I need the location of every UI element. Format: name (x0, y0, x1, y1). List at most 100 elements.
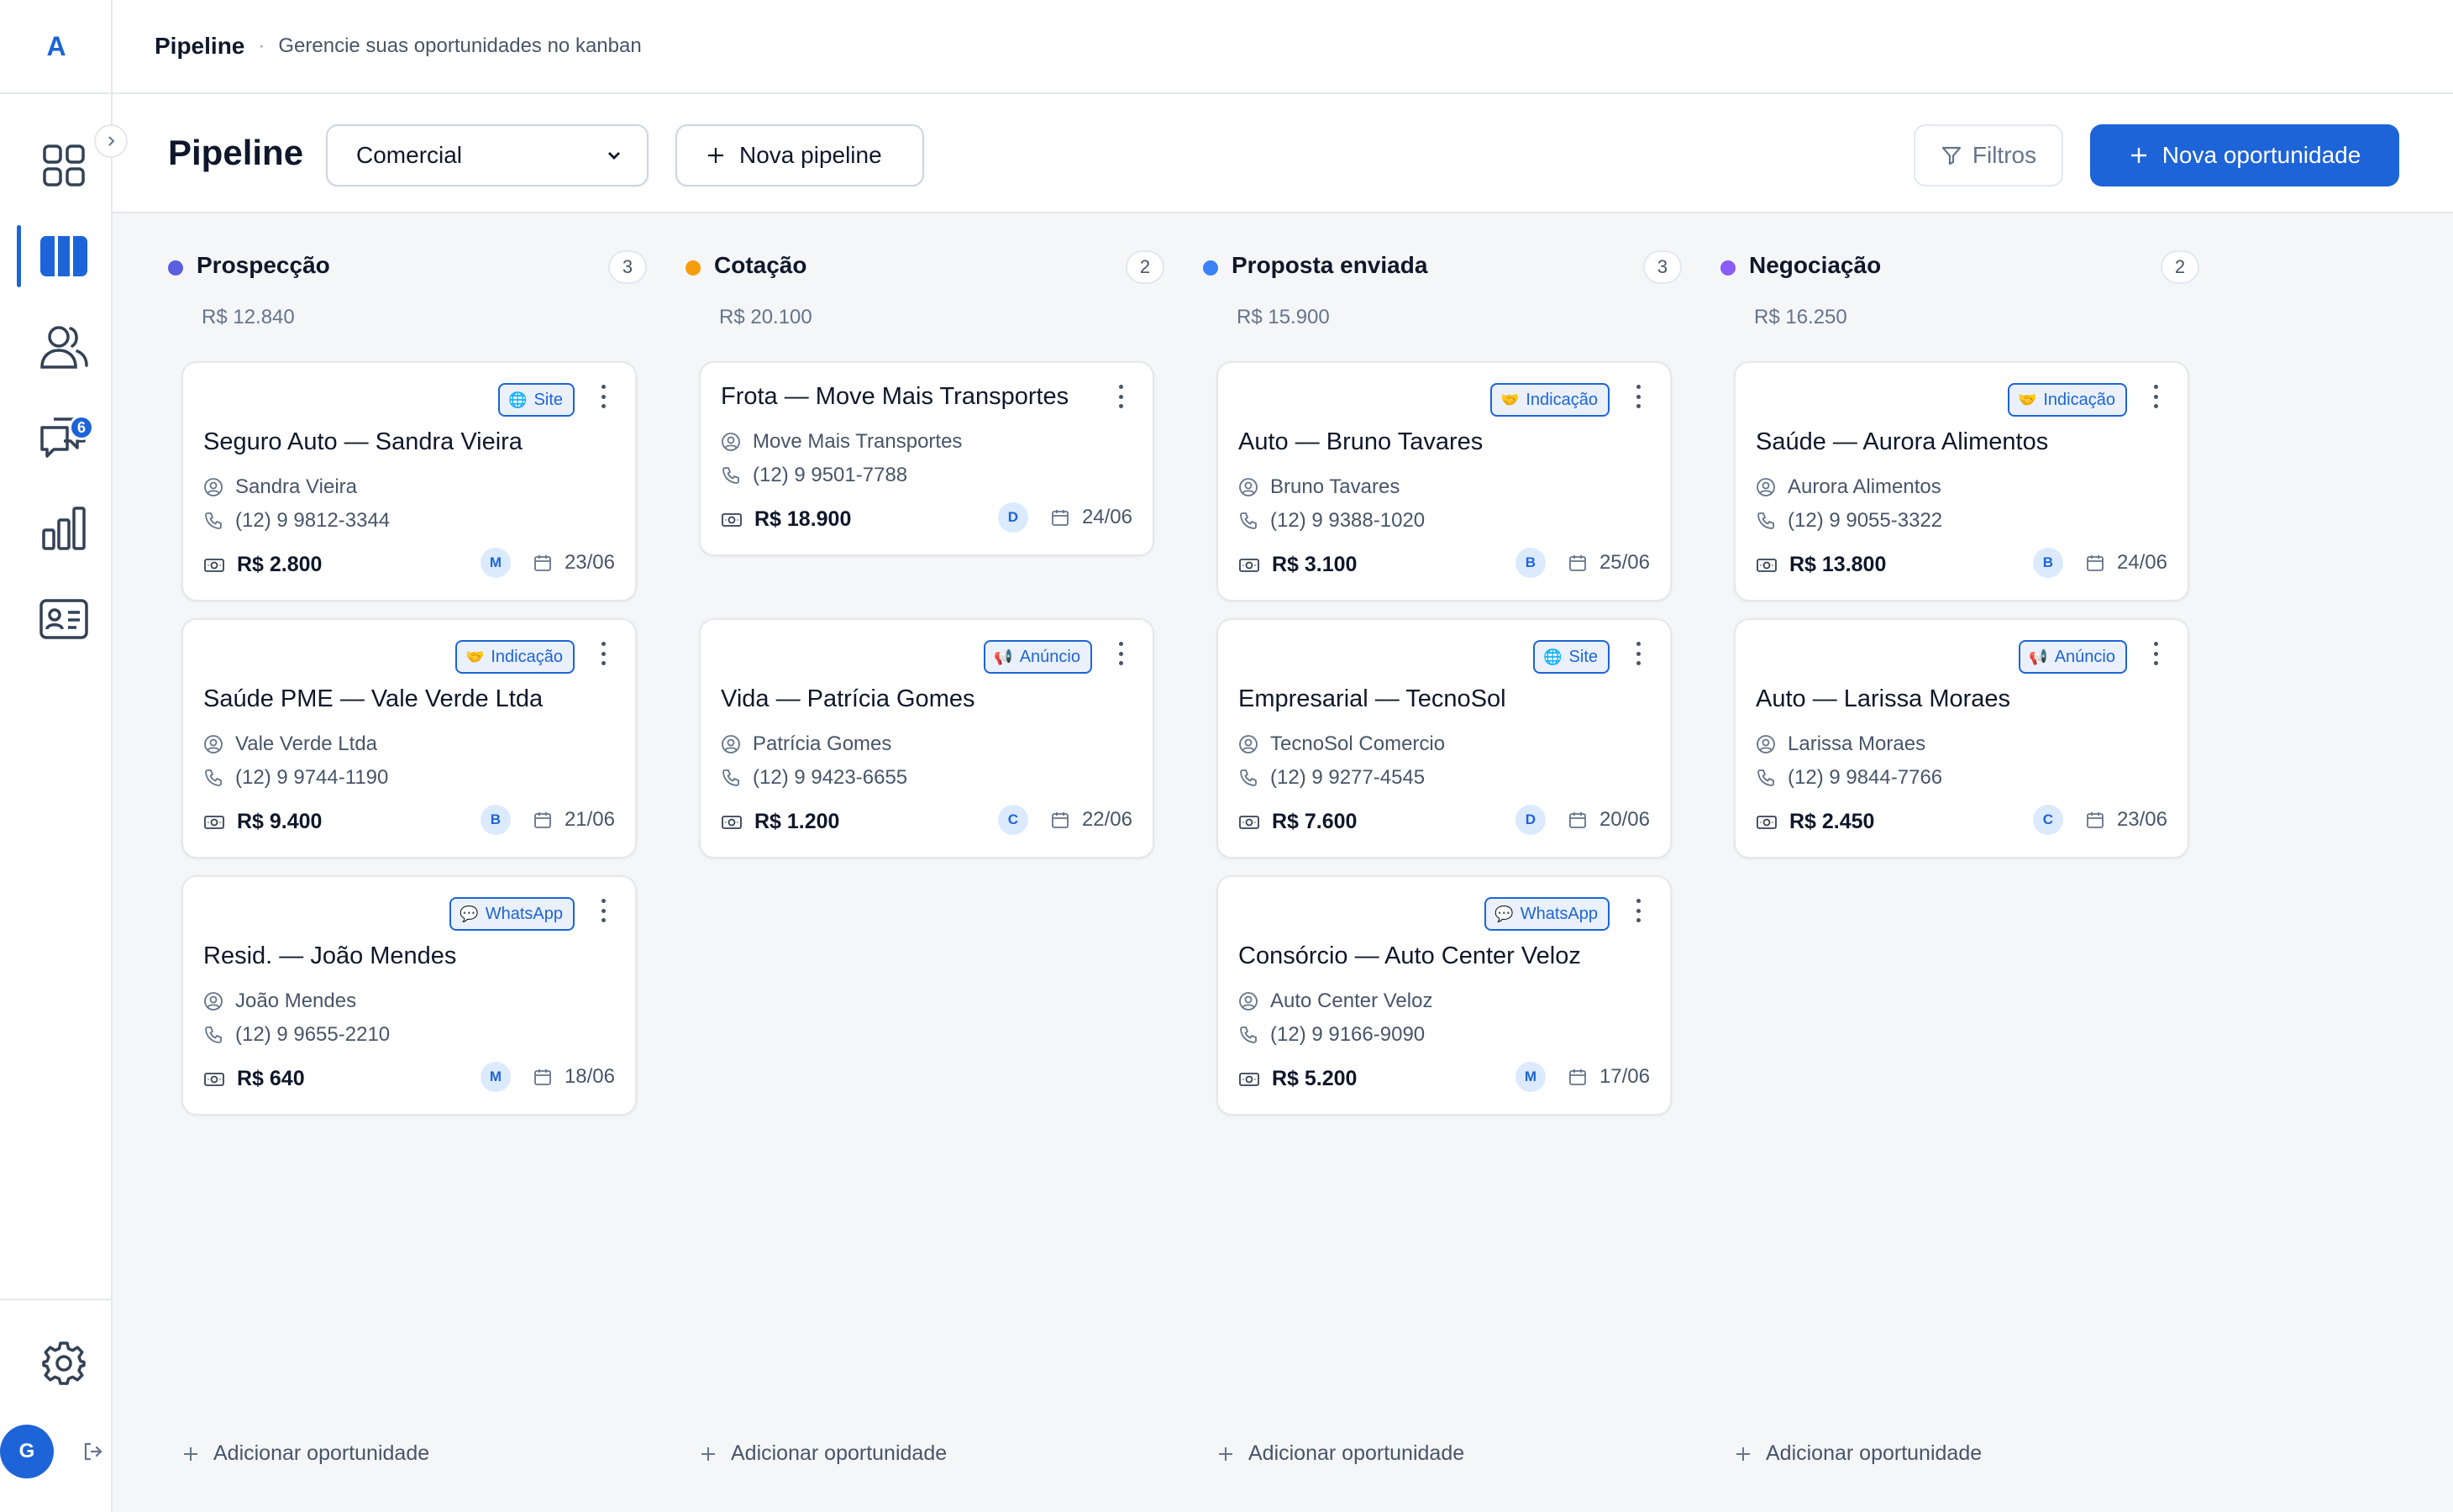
calendar-icon (1569, 1069, 1586, 1085)
add-opportunity-button[interactable]: Adicionar oportunidade (1734, 1441, 1982, 1466)
opportunity-card[interactable]: 💬 WhatsApp Resid. — João Mendes João Mendes… (181, 875, 637, 1116)
card-title: Empresarial — TecnoSol (1238, 685, 1506, 712)
opportunity-value: R$ 7.600 (1272, 810, 1358, 833)
new-pipeline-label: Nova pipeline (739, 142, 882, 168)
source-tag: 📢 Anúncio (2019, 640, 2127, 674)
source-tag-label: Site (533, 390, 563, 409)
card-contact: Patrícia Gomes (721, 732, 891, 756)
sidebar-item-contacts[interactable] (25, 311, 102, 383)
card-value: R$ 7.600 (1238, 810, 1357, 834)
users-icon (40, 326, 88, 369)
calendar-icon (2087, 812, 2104, 828)
calendar-icon (1052, 510, 1069, 526)
contact-name: Patrícia Gomes (753, 732, 892, 755)
globe-icon: 🌐 (508, 391, 528, 408)
card-more-menu[interactable] (1112, 385, 1129, 408)
card-phone: (12) 9 9388-1020 (1238, 509, 1425, 533)
due-date: 17/06 (1599, 1065, 1650, 1088)
add-opportunity-button[interactable]: Adicionar oportunidade (699, 1441, 947, 1466)
plus-icon (1736, 1446, 1750, 1461)
top-bar: Pipeline · Gerencie suas oportunidades n… (113, 0, 2453, 94)
card-more-menu[interactable] (1630, 642, 1647, 665)
card-phone: (12) 9 9501-7788 (721, 464, 907, 487)
card-value: R$ 640 (203, 1067, 305, 1091)
sidebar-item-clients[interactable] (25, 583, 102, 655)
card-more-menu[interactable] (2147, 385, 2164, 408)
new-pipeline-button[interactable]: Nova pipeline (675, 124, 924, 186)
cash-icon (722, 815, 742, 829)
cash-icon (722, 512, 742, 527)
megaphone-icon: 📢 (2029, 648, 2048, 665)
column-total: R$ 12.840 (202, 306, 295, 328)
settings-button[interactable] (25, 1327, 102, 1399)
page-title: Pipeline (168, 133, 304, 172)
card-phone: (12) 9 9166-9090 (1238, 1023, 1425, 1047)
opportunity-card[interactable]: 💬 WhatsApp Consórcio — Auto Center Veloz Au… (1216, 875, 1672, 1116)
sidebar-item-pipeline[interactable] (17, 220, 102, 292)
card-more-menu[interactable] (2147, 642, 2164, 665)
opportunity-card[interactable]: 🌐 Site Empresarial — TecnoSol TecnoSol Come… (1216, 618, 1672, 858)
sidebar-item-reports[interactable] (25, 492, 102, 564)
card-more-menu[interactable] (1630, 899, 1647, 922)
card-more-menu[interactable] (595, 385, 612, 408)
card-meta: B 24/06 (2032, 548, 2167, 578)
opportunity-card[interactable]: 🤝 Indicação Saúde — Aurora Alimentos Aurora… (1734, 361, 2189, 601)
contact-name: Auto Center Veloz (1270, 990, 1433, 1012)
app-logo[interactable]: A (0, 0, 113, 94)
cash-icon (1239, 815, 1259, 829)
phone-icon (1240, 1026, 1257, 1043)
owner-avatar: D (1515, 805, 1546, 835)
sidebar-item-dashboard[interactable] (25, 129, 102, 202)
card-phone: (12) 9 9844-7766 (1756, 766, 1942, 790)
source-tag-label: Indicação (2043, 390, 2115, 409)
opportunity-card[interactable]: 🤝 Indicação Auto — Bruno Tavares Bruno Tava… (1216, 361, 1672, 601)
card-more-menu[interactable] (1112, 642, 1129, 665)
opportunity-card[interactable]: 📢 Anúncio Auto — Larissa Moraes Larissa Mor… (1734, 618, 2189, 858)
user-circle-icon (204, 478, 223, 496)
card-more-menu[interactable] (595, 642, 612, 665)
source-tag: 📢 Anúncio (984, 640, 1092, 674)
contact-name: Aurora Alimentos (1788, 475, 1941, 498)
filters-button[interactable]: Filtros (1914, 124, 2063, 186)
source-tag-label: WhatsApp (1520, 904, 1598, 923)
new-opportunity-button[interactable]: Nova oportunidade (2090, 124, 2399, 186)
add-opportunity-button[interactable]: Adicionar oportunidade (1216, 1441, 1464, 1466)
card-more-menu[interactable] (1630, 385, 1647, 408)
sidebar: A 6 G (0, 0, 128, 1512)
opportunity-card[interactable]: 🤝 Indicação Saúde PME — Vale Verde Ltda Val… (181, 618, 637, 858)
opportunity-card[interactable]: Frota — Move Mais Transportes Move Mais T… (699, 361, 1154, 556)
logout-button[interactable] (76, 1435, 109, 1468)
opportunity-card[interactable]: 🌐 Site Seguro Auto — Sandra Vieira Sandra V… (181, 361, 637, 601)
page-header: Pipeline Comercial Nova pipeline Filtros… (113, 94, 2453, 213)
sidebar-collapse-toggle[interactable] (94, 124, 128, 158)
phone-number: (12) 9 9277-4545 (1270, 766, 1426, 789)
filter-icon (1941, 146, 1961, 165)
opportunity-value: R$ 2.800 (237, 553, 323, 576)
user-avatar[interactable]: G (0, 1425, 54, 1478)
calendar-icon (534, 812, 551, 828)
pipeline-select[interactable]: Comercial (326, 124, 649, 186)
owner-avatar: B (1515, 548, 1546, 578)
calendar-icon (1052, 812, 1069, 828)
due-date: 25/06 (1599, 551, 1650, 574)
stage-color-dot (1203, 260, 1218, 276)
owner-avatar: D (997, 502, 1028, 533)
contact-name: Sandra Vieira (235, 475, 357, 498)
card-more-menu[interactable] (595, 899, 612, 922)
opportunity-card[interactable]: 📢 Anúncio Vida — Patrícia Gomes Patrícia Go… (699, 618, 1154, 858)
pipeline-column-cotacao: Cotação 2 R$ 20.100 Frota — Move Mais Trans… (630, 213, 1164, 1512)
logout-icon (84, 1442, 102, 1461)
speech-bubble-icon: 💬 (460, 905, 479, 922)
calendar-icon (534, 555, 551, 571)
stage-color-dot (685, 260, 701, 276)
phone-number: (12) 9 9844-7766 (1788, 766, 1943, 789)
card-meta: D 24/06 (997, 502, 1132, 533)
add-opportunity-button[interactable]: Adicionar oportunidade (181, 1441, 429, 1466)
phone-number: (12) 9 9501-7788 (753, 464, 908, 486)
source-tag-label: WhatsApp (485, 904, 563, 923)
megaphone-icon: 📢 (994, 648, 1013, 665)
card-value: R$ 2.800 (203, 553, 322, 577)
calendar-icon (2087, 555, 2104, 571)
sidebar-item-conversations[interactable]: 6 (25, 402, 102, 474)
source-tag: 💬 WhatsApp (1484, 897, 1610, 931)
